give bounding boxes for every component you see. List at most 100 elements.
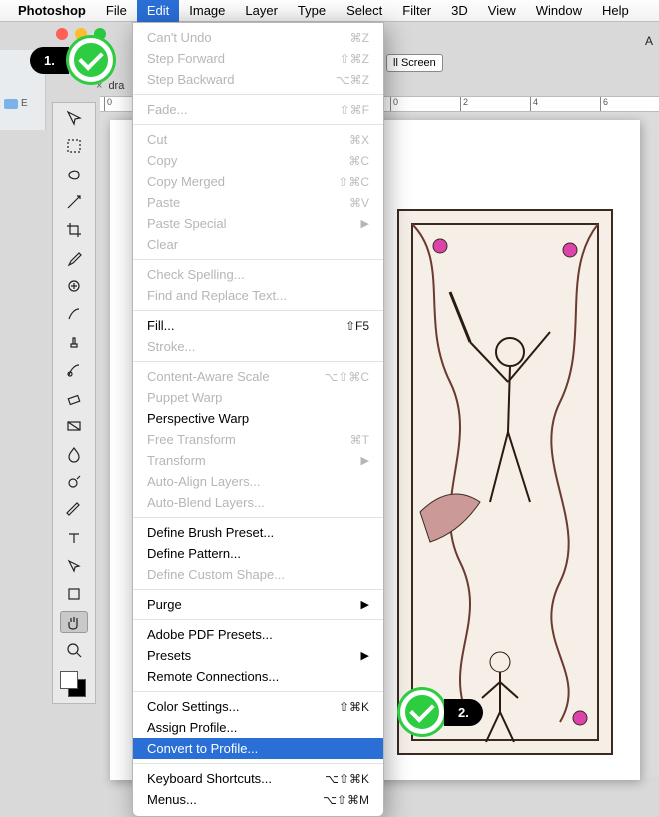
menu-window[interactable]: Window bbox=[526, 0, 592, 22]
menu-item-keyboard-shortcuts[interactable]: Keyboard Shortcuts... ⌥⇧⌘K bbox=[133, 768, 383, 789]
tool-move[interactable] bbox=[60, 107, 88, 129]
menu-shortcut: ⇧⌘C bbox=[338, 175, 369, 189]
menu-item-step-backward: Step Backward⌥⌘Z bbox=[133, 69, 383, 90]
menu-separator bbox=[133, 691, 383, 692]
color-swatches[interactable] bbox=[60, 671, 88, 699]
menu-item-convert-to-profile[interactable]: Convert to Profile... bbox=[133, 738, 383, 759]
submenu-arrow-icon: ▶ bbox=[361, 649, 369, 662]
menu-item-label: Clear bbox=[147, 237, 178, 252]
menu-item-remote-connections[interactable]: Remote Connections... bbox=[133, 666, 383, 687]
menu-item-label: Free Transform bbox=[147, 432, 236, 447]
menu-item-auto-align-layers: Auto-Align Layers... bbox=[133, 471, 383, 492]
tool-type[interactable] bbox=[60, 527, 88, 549]
menu-item-label: Content-Aware Scale bbox=[147, 369, 270, 384]
menu-filter[interactable]: Filter bbox=[392, 0, 441, 22]
menu-view[interactable]: View bbox=[478, 0, 526, 22]
menu-edit[interactable]: Edit bbox=[137, 0, 179, 22]
tool-wand[interactable] bbox=[60, 191, 88, 213]
tool-brush[interactable] bbox=[60, 303, 88, 325]
menu-3d[interactable]: 3D bbox=[441, 0, 478, 22]
tool-hand[interactable] bbox=[60, 611, 88, 633]
menu-file[interactable]: File bbox=[96, 0, 137, 22]
menu-separator bbox=[133, 589, 383, 590]
menu-shortcut: ⇧⌘F bbox=[340, 103, 369, 117]
menu-item-auto-blend-layers: Auto-Blend Layers... bbox=[133, 492, 383, 513]
check-icon bbox=[69, 38, 113, 82]
menu-item-define-pattern[interactable]: Define Pattern... bbox=[133, 543, 383, 564]
tool-shape[interactable] bbox=[60, 583, 88, 605]
menu-layer[interactable]: Layer bbox=[235, 0, 288, 22]
menu-item-label: Auto-Align Layers... bbox=[147, 474, 260, 489]
tool-crop[interactable] bbox=[60, 219, 88, 241]
annotation-2-label: 2. bbox=[444, 699, 483, 726]
menu-item-purge[interactable]: Purge▶ bbox=[133, 594, 383, 615]
menu-select[interactable]: Select bbox=[336, 0, 392, 22]
menu-shortcut: ⌥⇧⌘C bbox=[324, 370, 369, 384]
menu-separator bbox=[133, 763, 383, 764]
menu-separator bbox=[133, 310, 383, 311]
menu-item-label: Auto-Blend Layers... bbox=[147, 495, 265, 510]
menu-item-stroke: Stroke... bbox=[133, 336, 383, 357]
tool-dodge[interactable] bbox=[60, 471, 88, 493]
menu-item-presets[interactable]: Presets▶ bbox=[133, 645, 383, 666]
menu-item-color-settings[interactable]: Color Settings...⇧⌘K bbox=[133, 696, 383, 717]
menu-separator bbox=[133, 124, 383, 125]
tool-zoom[interactable] bbox=[60, 639, 88, 661]
menu-item-free-transform: Free Transform⌘T bbox=[133, 429, 383, 450]
menu-item-label: Cut bbox=[147, 132, 167, 147]
menu-item-label: Perspective Warp bbox=[147, 411, 249, 426]
ruler-tick: 4 bbox=[530, 97, 538, 112]
menu-item-label: Keyboard Shortcuts... bbox=[147, 771, 272, 786]
menu-item-adobe-pdf-presets[interactable]: Adobe PDF Presets... bbox=[133, 624, 383, 645]
menu-shortcut: ⌥⇧⌘M bbox=[323, 793, 369, 807]
tool-blur[interactable] bbox=[60, 443, 88, 465]
submenu-arrow-icon: ▶ bbox=[361, 454, 369, 467]
menu-item-label: Check Spelling... bbox=[147, 267, 245, 282]
tool-stamp[interactable] bbox=[60, 331, 88, 353]
ruler-tick: 0 bbox=[390, 97, 398, 112]
menu-image[interactable]: Image bbox=[179, 0, 235, 22]
menu-item-menus[interactable]: Menus...⌥⇧⌘M bbox=[133, 789, 383, 810]
menu-item-perspective-warp[interactable]: Perspective Warp bbox=[133, 408, 383, 429]
menu-shortcut: ⇧F5 bbox=[345, 319, 369, 333]
menu-shortcut: ⌥⇧⌘K bbox=[325, 772, 369, 786]
menu-item-fade: Fade...⇧⌘F bbox=[133, 99, 383, 120]
menu-item-paste-special: Paste Special▶ bbox=[133, 213, 383, 234]
edit-menu-dropdown: Can't Undo⌘ZStep Forward⇧⌘ZStep Backward… bbox=[132, 22, 384, 817]
menu-item-cut: Cut ⌘X bbox=[133, 129, 383, 150]
menu-item-label: Define Pattern... bbox=[147, 546, 241, 561]
menu-item-assign-profile[interactable]: Assign Profile... bbox=[133, 717, 383, 738]
menu-item-label: Adobe PDF Presets... bbox=[147, 627, 273, 642]
menu-separator bbox=[133, 361, 383, 362]
menu-item-puppet-warp: Puppet Warp bbox=[133, 387, 383, 408]
menu-shortcut: ⇧⌘Z bbox=[340, 52, 369, 66]
tool-path-sel[interactable] bbox=[60, 555, 88, 577]
menu-item-label: Define Custom Shape... bbox=[147, 567, 285, 582]
right-edge-text: A bbox=[645, 34, 653, 48]
menu-help[interactable]: Help bbox=[592, 0, 639, 22]
tool-marquee[interactable] bbox=[60, 135, 88, 157]
check-icon bbox=[400, 690, 444, 734]
menu-item-label: Step Forward bbox=[147, 51, 225, 66]
menu-item-fill[interactable]: Fill... ⇧F5 bbox=[133, 315, 383, 336]
menu-item-label: Puppet Warp bbox=[147, 390, 222, 405]
menu-item-label: Transform bbox=[147, 453, 206, 468]
menu-separator bbox=[133, 619, 383, 620]
menu-item-label: Step Backward bbox=[147, 72, 234, 87]
tool-eraser[interactable] bbox=[60, 387, 88, 409]
menu-separator bbox=[133, 259, 383, 260]
menu-item-define-custom-shape: Define Custom Shape... bbox=[133, 564, 383, 585]
menu-item-label: Fill... bbox=[147, 318, 174, 333]
menu-type[interactable]: Type bbox=[288, 0, 336, 22]
tool-healing[interactable] bbox=[60, 275, 88, 297]
tool-lasso[interactable] bbox=[60, 163, 88, 185]
finder-folder[interactable]: E bbox=[4, 98, 28, 109]
tool-history-brush[interactable] bbox=[60, 359, 88, 381]
tool-gradient[interactable] bbox=[60, 415, 88, 437]
tool-pen[interactable] bbox=[60, 499, 88, 521]
menu-shortcut: ⌘X bbox=[349, 133, 369, 147]
menu-item-define-brush-preset[interactable]: Define Brush Preset... bbox=[133, 522, 383, 543]
screen-mode-button[interactable]: ll Screen bbox=[386, 54, 443, 72]
folder-icon bbox=[4, 99, 18, 109]
tool-eyedropper[interactable] bbox=[60, 247, 88, 269]
